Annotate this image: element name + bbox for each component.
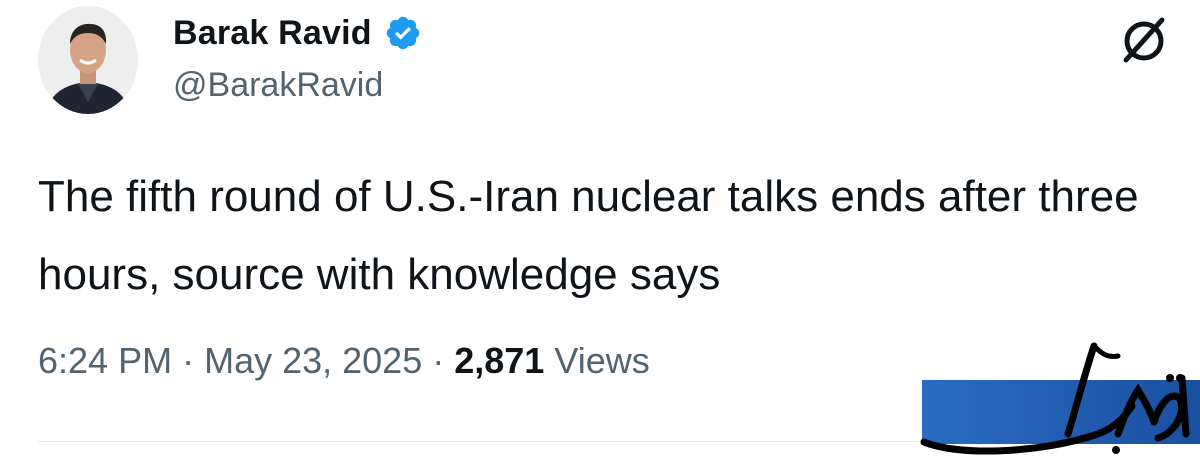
- tweet-card: Barak Ravid @BarakRavid The fifth round …: [0, 0, 1200, 463]
- meta-separator: ·: [182, 340, 195, 381]
- divider: [38, 441, 918, 442]
- tweet-time[interactable]: 6:24 PM: [38, 340, 172, 382]
- views-label: Views: [554, 340, 650, 381]
- verified-badge-icon[interactable]: [384, 14, 422, 52]
- avatar-photo: [38, 6, 138, 114]
- grok-slash-icon[interactable]: [1118, 14, 1170, 66]
- tabnak-watermark-logo: [918, 338, 1200, 463]
- avatar[interactable]: [38, 6, 138, 114]
- author-name[interactable]: Barak Ravid: [173, 14, 372, 53]
- tweet-date[interactable]: May 23, 2025: [204, 340, 422, 382]
- views-count[interactable]: 2,871: [454, 340, 544, 382]
- author-handle[interactable]: @BarakRavid: [173, 66, 383, 105]
- author-name-row: Barak Ravid: [173, 8, 422, 58]
- meta-separator: ·: [432, 340, 445, 381]
- tweet-text: The fifth round of U.S.-Iran nuclear tal…: [38, 172, 1139, 299]
- tweet-meta: 6:24 PM · May 23, 2025 · 2,871 Views: [38, 340, 650, 382]
